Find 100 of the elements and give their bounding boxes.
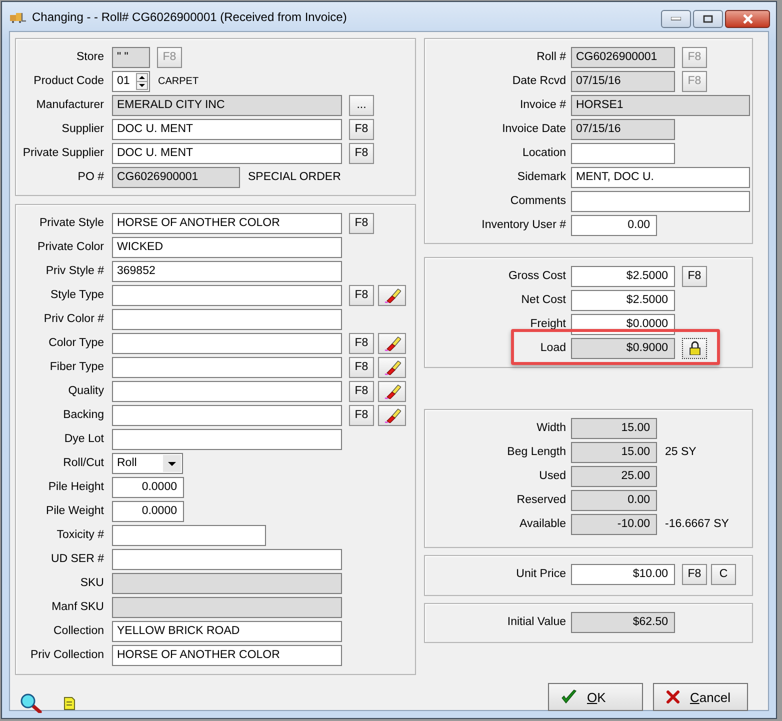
minimize-icon	[671, 17, 681, 21]
app-icon	[10, 10, 26, 22]
key-button[interactable]: ...	[349, 94, 374, 116]
close-button[interactable]	[725, 10, 770, 28]
input-field[interactable]	[571, 190, 750, 212]
field-label: Supplier	[60, 123, 104, 135]
input-field[interactable]: CG6026900001	[571, 46, 675, 68]
field-label: PO #	[76, 171, 104, 183]
eraser-icon	[383, 383, 401, 399]
lock-button[interactable]	[682, 338, 707, 358]
spin-box[interactable]: 01	[112, 70, 150, 92]
note-text: -16.6667 SY	[665, 518, 729, 530]
note-text: SPECIAL ORDER	[248, 171, 341, 183]
document-icon[interactable]	[64, 696, 75, 710]
input-field[interactable]: $10.00	[571, 564, 675, 584]
input-field[interactable]: 07/15/16	[571, 118, 675, 140]
input-field[interactable]: HORSE1	[571, 94, 750, 116]
input-field[interactable]: 0.00	[571, 214, 657, 236]
field-label: Priv Color #	[42, 313, 104, 325]
key-button[interactable]: F8	[349, 142, 374, 164]
input-field[interactable]: 369852	[112, 260, 342, 282]
input-field[interactable]	[112, 428, 342, 450]
input-field[interactable]: DOC U. MENT	[112, 118, 342, 140]
input-field[interactable]	[112, 404, 342, 426]
field-label: Unit Price	[515, 568, 566, 580]
key-button[interactable]: C	[711, 564, 736, 584]
key-button[interactable]: F8	[349, 404, 374, 426]
input-field[interactable]: 15.00	[571, 418, 657, 438]
dropdown[interactable]: Roll	[112, 452, 183, 474]
input-field[interactable]	[112, 572, 342, 594]
minimize-button[interactable]	[661, 10, 691, 28]
field-label: Private Style	[38, 217, 104, 229]
input-field[interactable]: $62.50	[571, 612, 675, 632]
field-label: Collection	[52, 625, 104, 637]
field-label: Date Rcvd	[511, 75, 566, 87]
eraser-button[interactable]	[378, 356, 406, 378]
check-icon	[561, 689, 577, 705]
close-icon	[666, 690, 680, 704]
field-label: Used	[538, 470, 566, 482]
key-button[interactable]: F8	[349, 380, 374, 402]
maximize-button[interactable]	[693, 10, 723, 28]
key-button[interactable]: F8	[682, 564, 707, 584]
field-label: Available	[518, 518, 566, 530]
caret-icon[interactable]	[163, 454, 181, 472]
field-label: Roll/Cut	[62, 457, 104, 469]
input-field[interactable]: HORSE OF ANOTHER COLOR	[112, 212, 342, 234]
field-label: Dye Lot	[63, 433, 104, 445]
input-field[interactable]: DOC U. MENT	[112, 142, 342, 164]
key-button[interactable]: F8	[349, 356, 374, 378]
input-field[interactable]: -10.00	[571, 514, 657, 534]
ok-button[interactable]: OK	[548, 683, 643, 711]
input-field[interactable]: YELLOW BRICK ROAD	[112, 620, 342, 642]
input-field[interactable]: MENT, DOC U.	[571, 166, 750, 188]
eraser-icon	[383, 407, 401, 423]
input-field[interactable]: " "	[112, 46, 150, 68]
key-button[interactable]: F8	[682, 266, 707, 286]
input-field[interactable]: 25.00	[571, 466, 657, 486]
input-field[interactable]: 0.00	[571, 490, 657, 510]
field-label: Invoice #	[518, 99, 566, 111]
key-button[interactable]: F8	[349, 212, 374, 234]
input-field[interactable]: $0.9000	[571, 338, 675, 358]
search-icon[interactable]	[20, 693, 42, 713]
input-field[interactable]	[112, 596, 342, 618]
field-label: Inventory User #	[480, 219, 566, 231]
input-field[interactable]	[571, 142, 675, 164]
input-field[interactable]	[112, 308, 342, 330]
input-field[interactable]	[112, 356, 342, 378]
spinner-arrows-icon[interactable]	[136, 72, 148, 90]
eraser-button[interactable]	[378, 284, 406, 306]
input-field[interactable]: 0.0000	[112, 476, 184, 498]
field-label: Load	[539, 342, 566, 354]
key-button[interactable]: F8	[349, 118, 374, 140]
field-label: Private Supplier	[22, 147, 104, 159]
input-field[interactable]: 0.0000	[112, 500, 184, 522]
field-label: Style Type	[50, 289, 104, 301]
field-label: Freight	[529, 318, 566, 330]
input-field[interactable]: WICKED	[112, 236, 342, 258]
input-field[interactable]: 07/15/16	[571, 70, 675, 92]
cancel-button[interactable]: Cancel	[653, 683, 748, 711]
eraser-button[interactable]	[378, 380, 406, 402]
field-label: Pile Weight	[45, 505, 104, 517]
input-field[interactable]	[112, 548, 342, 570]
input-field[interactable]	[112, 284, 342, 306]
field-label: Store	[76, 51, 104, 63]
input-field[interactable]: 15.00	[571, 442, 657, 462]
input-field[interactable]: HORSE OF ANOTHER COLOR	[112, 644, 342, 666]
eraser-button[interactable]	[378, 332, 406, 354]
input-field[interactable]: $2.5000	[571, 290, 675, 310]
input-field[interactable]	[112, 380, 342, 402]
input-field[interactable]: $2.5000	[571, 266, 675, 286]
input-field[interactable]	[112, 332, 342, 354]
close-icon	[742, 14, 754, 24]
key-button[interactable]: F8	[349, 284, 374, 306]
input-field[interactable]	[112, 524, 266, 546]
input-field[interactable]: CG6026900001	[112, 166, 240, 188]
maximize-icon	[703, 15, 713, 23]
key-button[interactable]: F8	[349, 332, 374, 354]
eraser-button[interactable]	[378, 404, 406, 426]
lock-icon	[688, 341, 700, 355]
input-field[interactable]: EMERALD CITY INC	[112, 94, 342, 116]
